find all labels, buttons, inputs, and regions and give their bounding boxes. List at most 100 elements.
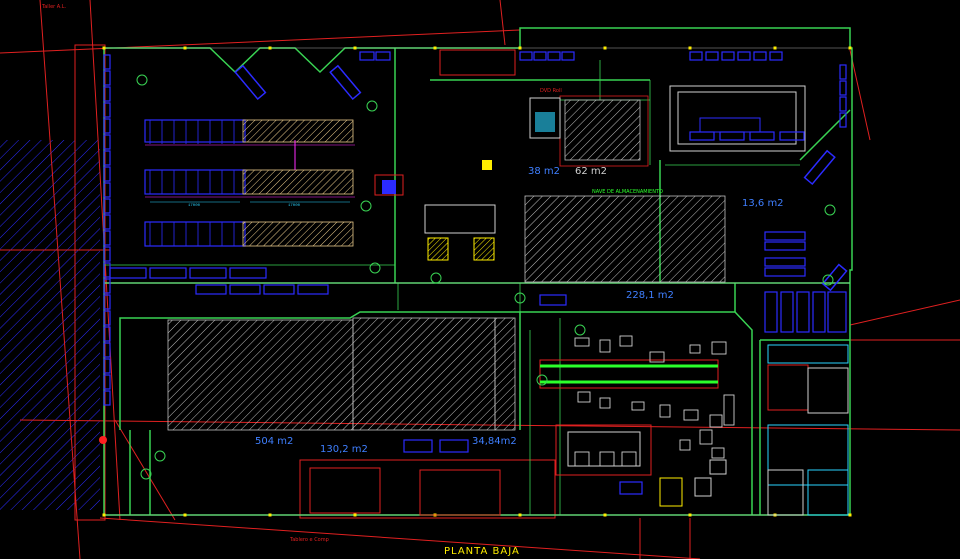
furniture-item	[519, 51, 533, 61]
column-marker	[603, 513, 607, 517]
dimension-label-2: 17000	[288, 204, 301, 208]
machine	[711, 447, 725, 459]
column-marker	[183, 46, 187, 50]
survey-point	[99, 436, 107, 444]
machine	[621, 451, 637, 467]
column-marker	[102, 513, 106, 517]
furniture-item	[827, 291, 847, 333]
machine	[577, 391, 591, 403]
yellow-square	[482, 160, 492, 170]
neighbour-lot	[0, 140, 100, 510]
machine	[679, 439, 691, 451]
site-lines	[0, 0, 960, 559]
dimension-label-1: 17000	[188, 204, 201, 208]
zone-504	[167, 319, 354, 431]
circle-marker	[154, 450, 166, 462]
furniture-item	[764, 231, 806, 241]
zone-2281	[524, 195, 726, 283]
furniture-item	[403, 439, 433, 453]
area-label-34-84: 34,84m2	[472, 436, 517, 447]
dvd-label: DVD Roll	[540, 88, 562, 94]
column-marker	[102, 46, 106, 50]
column-marker	[353, 46, 357, 50]
furniture-item	[195, 284, 227, 295]
furniture-item	[533, 51, 547, 61]
service-rooms	[767, 344, 849, 516]
bay-label: NAVE DE ALMACENAMIENTO	[592, 189, 663, 195]
column-marker	[268, 46, 272, 50]
zone-3484	[494, 317, 516, 431]
column-marker	[518, 513, 522, 517]
column-marker	[603, 46, 607, 50]
column-marker	[518, 46, 522, 50]
furniture-item	[229, 267, 267, 279]
furniture-item	[109, 267, 147, 279]
machine	[699, 429, 713, 445]
furniture-item	[796, 291, 810, 333]
circle-marker	[369, 262, 381, 274]
inner-walls	[104, 60, 800, 515]
column-marker	[688, 513, 692, 517]
furniture-item	[769, 51, 783, 61]
circle-marker	[136, 74, 148, 86]
machine	[599, 397, 611, 409]
bottom-left-label: Tablero e Comp	[289, 537, 329, 543]
circle-marker	[366, 100, 378, 112]
office-block	[669, 85, 806, 152]
furniture-item	[839, 96, 847, 112]
furniture-item	[719, 131, 745, 141]
machine	[683, 409, 699, 421]
area-label-130-2: 130,2 m2	[320, 444, 368, 455]
machine	[659, 404, 671, 418]
circle-marker	[360, 200, 372, 212]
column-marker	[353, 513, 357, 517]
machine	[574, 337, 590, 347]
furniture-item	[812, 291, 826, 333]
furniture-item	[737, 51, 751, 61]
machine	[619, 335, 633, 347]
furniture-item	[359, 51, 375, 61]
column-marker	[433, 46, 437, 50]
yellow-pad-1	[427, 237, 449, 261]
zone-62	[564, 99, 641, 161]
column-marker	[848, 46, 852, 50]
furniture-item	[561, 51, 575, 61]
furniture-item	[263, 284, 295, 295]
machine	[631, 401, 645, 411]
circle-marker	[824, 204, 836, 216]
furniture-item	[149, 267, 187, 279]
furniture-item	[721, 51, 735, 61]
column-marker	[688, 46, 692, 50]
circle-marker	[574, 324, 586, 336]
drawing-title: PLANTA BAJA	[444, 546, 520, 557]
column-marker	[848, 513, 852, 517]
furniture-item	[764, 291, 778, 333]
rack-slots	[149, 120, 235, 246]
floor-plan: Taller A.L. Tablero e Comp DVD Roll NAVE…	[0, 0, 960, 559]
furniture-item	[297, 284, 329, 295]
cad-drawing-view: Taller A.L. Tablero e Comp DVD Roll NAVE…	[0, 0, 960, 559]
storage-racks	[144, 119, 355, 247]
furniture-item	[689, 131, 715, 141]
machine	[689, 344, 701, 354]
column-marker	[773, 46, 777, 50]
zone-504b	[352, 317, 496, 431]
furniture-item	[229, 284, 261, 295]
area-label-228-1: 228,1 m2	[626, 290, 674, 301]
machine	[723, 394, 735, 426]
machine	[599, 451, 615, 467]
furniture-item	[705, 51, 719, 61]
furniture-item	[189, 267, 227, 279]
top-left-label: Taller A.L.	[41, 4, 66, 10]
column-marker	[183, 513, 187, 517]
furniture-item	[539, 294, 567, 306]
furniture-item	[547, 51, 561, 61]
furniture-item	[749, 131, 775, 141]
furniture-item	[439, 439, 469, 453]
area-label-62: 62 m2	[575, 166, 607, 177]
furniture-item	[764, 257, 806, 267]
furniture-item	[689, 51, 703, 61]
furniture-item	[619, 481, 643, 495]
machine	[709, 414, 723, 428]
furniture-item	[839, 64, 847, 80]
